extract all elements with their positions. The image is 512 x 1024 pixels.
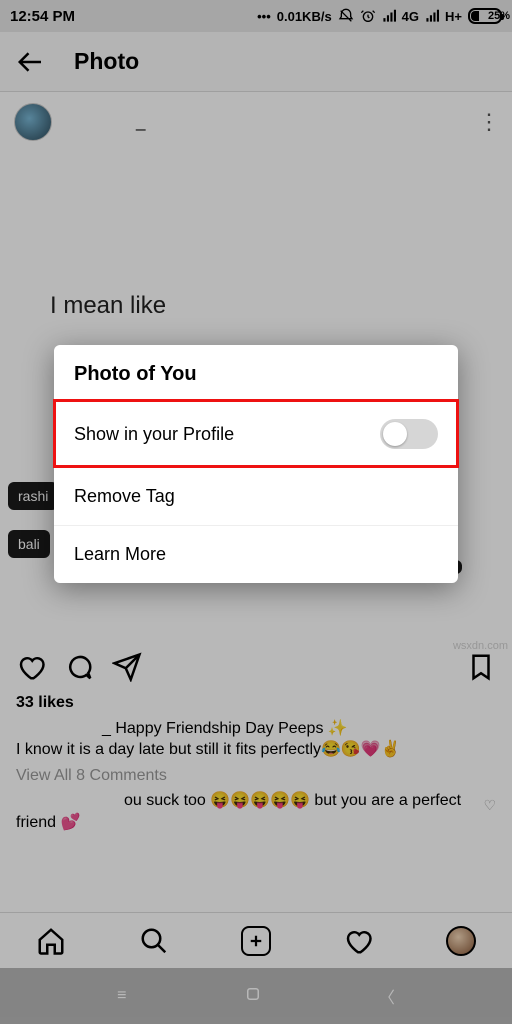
signal2-icon	[425, 9, 439, 23]
likes-count[interactable]: 33 likes	[16, 692, 496, 714]
comment-icon[interactable]	[64, 652, 94, 682]
activity-icon[interactable]	[343, 926, 373, 956]
screen: 12:54 PM ••• 0.01KB/s 4G H+ 25% Photo _ …	[0, 0, 512, 1024]
app-header: Photo	[0, 32, 512, 92]
like-icon[interactable]	[16, 652, 46, 682]
home-icon[interactable]	[36, 926, 66, 956]
signal1-icon	[382, 9, 396, 23]
status-bar: 12:54 PM ••• 0.01KB/s 4G H+ 25%	[0, 0, 512, 32]
tag-bubble[interactable]: rashi	[8, 482, 58, 510]
show-in-profile-toggle[interactable]	[380, 419, 438, 449]
caption: _ Happy Friendship Day Peeps ✨ I know it…	[16, 718, 496, 761]
avatar[interactable]	[14, 103, 52, 141]
tab-bar	[0, 912, 512, 968]
nav-recents[interactable]: ≡	[117, 987, 126, 1005]
comment-like-icon[interactable]: ♡	[483, 796, 496, 815]
profile-icon[interactable]	[446, 926, 476, 956]
dialog-title: Photo of You	[54, 345, 458, 400]
post-actions	[0, 642, 512, 692]
status-net1: 4G	[402, 9, 419, 24]
image-overlay-text: I mean like	[50, 292, 166, 320]
post-meta: 33 likes _ Happy Friendship Day Peeps ✨ …	[0, 692, 512, 842]
post-header: _ ⋮	[0, 92, 512, 152]
dnd-icon	[338, 8, 354, 24]
comment-row: ou suck too 😝😝😝😝😝 but you are a perfect …	[16, 790, 496, 833]
photo-of-you-dialog: Photo of You Show in your Profile Remove…	[54, 345, 458, 583]
status-net2: H+	[445, 9, 462, 24]
status-dots: •••	[257, 9, 271, 24]
show-in-profile-label: Show in your Profile	[74, 424, 234, 445]
show-in-profile-row[interactable]: Show in your Profile	[54, 400, 458, 467]
share-icon[interactable]	[112, 652, 142, 682]
remove-tag-row[interactable]: Remove Tag	[54, 467, 458, 525]
status-time: 12:54 PM	[10, 8, 75, 25]
battery-icon: 25%	[468, 8, 502, 24]
add-post-icon[interactable]	[241, 926, 271, 956]
nav-back[interactable]: 〈	[379, 984, 395, 1008]
search-icon[interactable]	[139, 926, 169, 956]
nav-home[interactable]	[244, 985, 262, 1008]
alarm-icon	[360, 8, 376, 24]
more-icon[interactable]: ⋮	[478, 109, 498, 135]
status-speed: 0.01KB/s	[277, 9, 332, 24]
tag-bubble[interactable]: bali	[8, 530, 50, 558]
watermark: wsxdn.com	[453, 640, 508, 652]
android-nav: ≡ 〈	[0, 968, 512, 1024]
status-right: ••• 0.01KB/s 4G H+ 25%	[257, 8, 502, 24]
page-title: Photo	[74, 48, 139, 75]
learn-more-row[interactable]: Learn More	[54, 525, 458, 583]
back-icon[interactable]	[16, 47, 46, 77]
username[interactable]: _	[66, 109, 145, 135]
bookmark-icon[interactable]	[466, 652, 496, 682]
view-comments-link[interactable]: View All 8 Comments	[16, 765, 496, 787]
